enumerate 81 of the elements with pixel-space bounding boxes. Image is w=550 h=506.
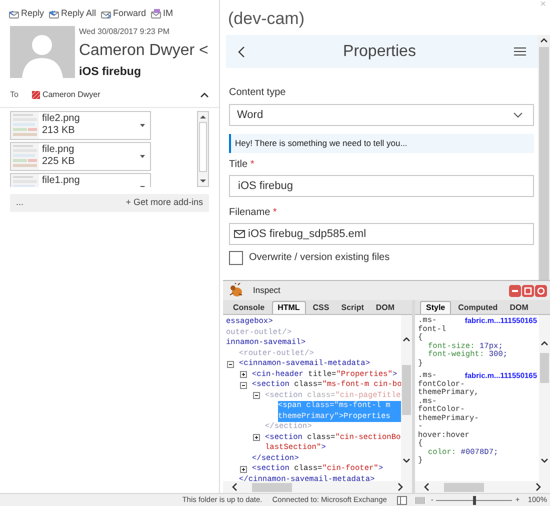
scrollbar-thumb[interactable] [402,365,411,415]
close-icon[interactable] [535,284,547,296]
scrollbar-thumb[interactable] [199,122,207,172]
info-message: Hey! There is something we need to tell you... [229,134,534,153]
zoom-slider[interactable] [436,496,512,504]
attachment-item[interactable]: file2.png 213 KB [10,110,151,140]
more-button[interactable]: ... [16,196,24,210]
field-label: Content type [229,86,287,100]
attachment-item[interactable]: file.png 225 KB [10,142,151,171]
checkbox[interactable] [229,250,243,264]
toolbar-button[interactable]: Reply All [48,7,96,20]
chevron-right-icon[interactable] [535,482,542,492]
file-size: 225 KB [42,156,75,168]
scrollbar[interactable] [223,481,412,493]
tab[interactable]: Style [420,301,452,314]
pane-title: (dev-cam) [228,8,305,29]
toolbar-button[interactable]: Reply [8,7,44,20]
inspect-label: Inspect [253,284,280,297]
file-name: file.png [42,144,75,156]
expand-icon[interactable] [240,466,247,473]
chevron-left-icon[interactable] [423,482,430,492]
scrollbar-thumb[interactable] [540,353,549,383]
tab[interactable]: HTML [272,301,306,314]
collapse-icon[interactable] [227,360,234,368]
caret-down-icon[interactable] [140,124,145,127]
collapse-icon[interactable] [253,392,260,400]
scrollbar-thumb[interactable] [539,47,549,280]
tab[interactable]: Script [336,301,369,314]
scrollbar-thumb[interactable] [444,482,484,492]
chevron-left-icon[interactable] [231,482,238,492]
toolbar-button[interactable]: IM [150,7,174,20]
toolbar-button[interactable]: Forward [100,7,146,20]
back-icon[interactable] [238,46,245,58]
im-icon [150,8,162,20]
message-date: Wed 30/08/2017 9:23 PM [79,26,171,38]
expand-icon[interactable] [240,371,247,378]
bug-icon [230,283,242,296]
tab[interactable]: DOM [370,301,400,314]
tab[interactable]: Console [228,301,270,314]
bug-icon[interactable] [228,283,245,298]
header-title: Properties [342,42,417,62]
scrollbar[interactable] [197,110,209,187]
file-name: file1.png [42,174,80,187]
minimize-icon[interactable] [509,284,521,296]
get-add-ins-button[interactable]: + Get more add-ins [126,196,203,210]
collapse-icon[interactable] [240,382,247,389]
restore-icon[interactable] [522,284,534,296]
reply-all-icon [48,8,60,20]
reply-icon [8,8,20,20]
scrollbar[interactable] [415,481,550,493]
tab[interactable]: Computed [453,301,503,314]
contact-icon [32,90,40,99]
scrollbar[interactable] [539,315,550,481]
tab[interactable]: CSS [308,301,334,314]
chevron-down-icon [513,112,523,118]
sender-name: Cameron Dwyer < [79,40,208,60]
filename-field[interactable]: iOS firebug_sdp585.eml [229,223,534,245]
caret-down-icon[interactable] [140,154,145,158]
tab[interactable]: DOM [504,301,534,314]
content-type-dropdown[interactable]: Word [229,104,534,126]
chevron-right-icon[interactable] [397,482,404,492]
chevron-up-icon[interactable] [200,92,209,98]
avatar-icon [10,26,75,78]
recipient-name[interactable]: Cameron Dwyer [42,88,100,101]
scrollbar[interactable] [538,35,550,280]
to-label: To [10,88,18,101]
field-label: Title * [229,158,256,172]
message-subject: iOS firebug [79,64,142,80]
menu-icon[interactable] [514,47,526,56]
checkbox-label: Overwrite / version existing files [249,251,390,265]
field-label: Filename * [229,206,278,220]
normal-view-icon[interactable] [396,496,407,504]
file-name: file2.png [42,112,80,125]
scrollbar-thumb[interactable] [252,482,292,492]
title-field[interactable]: iOS firebug [229,175,534,197]
file-size: 213 KB [42,124,76,137]
expand-icon[interactable] [253,434,260,442]
slider-thumb[interactable] [472,496,476,504]
scrollbar[interactable] [401,315,412,481]
attachment-item[interactable]: file1.png [10,172,151,187]
envelope-icon [234,230,245,238]
